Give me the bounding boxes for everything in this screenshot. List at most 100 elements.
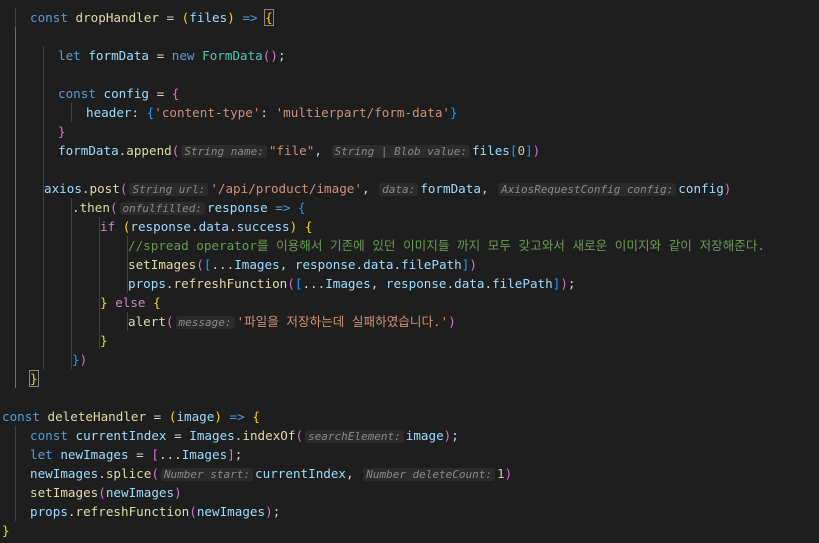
code-token: new	[171, 48, 195, 63]
code-token: )	[214, 409, 222, 424]
code-content: props.refreshFunction(newImages);	[30, 502, 280, 521]
indent-guide	[71, 331, 72, 350]
code-line[interactable]: } else {	[0, 293, 819, 312]
code-line[interactable]: props.refreshFunction([...Images, respon…	[0, 274, 819, 293]
code-token: if	[100, 219, 116, 234]
code-line[interactable]: setImages([...Images, response.data.file…	[0, 255, 819, 274]
code-line[interactable]: let formData = new FormData();	[0, 46, 819, 65]
code-token: 'content-type'	[154, 105, 261, 120]
code-token: {	[153, 295, 161, 310]
code-token: .	[228, 219, 237, 234]
code-token: )	[79, 352, 88, 367]
indent-guide	[99, 312, 100, 331]
code-token: deleteHandler	[47, 409, 147, 424]
code-token: .	[72, 200, 80, 215]
code-token: ;	[567, 276, 576, 291]
code-token: ;	[234, 447, 243, 462]
code-line[interactable]: }	[0, 521, 819, 540]
code-token: )	[532, 143, 541, 158]
code-token: config	[678, 181, 724, 196]
indent-guide	[71, 236, 72, 255]
indent-guide	[15, 255, 16, 274]
code-content: const deleteHandler = (image) => {	[2, 407, 260, 426]
code-token: (	[196, 257, 204, 272]
code-line[interactable]: const config = {	[0, 84, 819, 103]
code-line[interactable]	[0, 65, 819, 84]
indent-guide	[43, 122, 44, 141]
code-token: //spread operator를 이용해서 기존에 있던 이미지들 까지 모…	[128, 238, 765, 253]
code-token: {	[264, 9, 274, 26]
code-line[interactable]	[0, 160, 819, 179]
code-line[interactable]: }	[0, 122, 819, 141]
code-token: }	[2, 523, 10, 538]
code-token: setImages	[128, 257, 197, 272]
code-token: ,	[279, 257, 295, 272]
code-token: image	[405, 428, 444, 443]
code-line[interactable]: props.refreshFunction(newImages);	[0, 502, 819, 521]
code-token: ()	[262, 48, 278, 63]
code-line[interactable]: axios.post(String url: '/api/product/imag…	[0, 179, 819, 198]
code-line[interactable]: let newImages = [...Images];	[0, 445, 819, 464]
code-line[interactable]	[0, 388, 819, 407]
code-line[interactable]: const deleteHandler = (image) => {	[0, 407, 819, 426]
code-token: ;	[277, 48, 286, 63]
indent-guide	[99, 255, 100, 274]
code-token: filePath	[401, 257, 462, 272]
code-token: .	[165, 276, 174, 291]
code-content: let formData = new FormData();	[58, 46, 286, 65]
code-line[interactable]: header: {'content-type': 'multierpart/fo…	[0, 103, 819, 122]
indent-guide	[15, 103, 16, 122]
code-line[interactable]: if (response.data.success) {	[0, 217, 819, 236]
code-token: else	[115, 295, 146, 310]
code-token: =	[149, 48, 172, 63]
indent-guide	[15, 8, 16, 27]
code-token: )	[560, 276, 568, 291]
code-token: currentIndex	[255, 466, 347, 481]
indent-guide	[15, 84, 16, 103]
indent-guide	[43, 65, 44, 84]
code-token: filePath	[492, 276, 553, 291]
code-line[interactable]: setImages(newImages)	[0, 483, 819, 502]
indent-guide	[15, 217, 16, 236]
code-line[interactable]: }	[0, 369, 819, 388]
code-token: dropHandler	[75, 10, 159, 25]
code-token: (	[151, 466, 159, 481]
code-line[interactable]: .then(onfulfilled: response => {	[0, 198, 819, 217]
indent-guide	[43, 255, 44, 274]
code-token: }	[58, 124, 66, 139]
code-token: refreshFunction	[173, 276, 288, 291]
code-content: }	[58, 122, 66, 141]
code-token: ,	[314, 143, 330, 158]
code-token: =	[166, 428, 190, 443]
code-token: =>	[275, 200, 291, 215]
code-content: } else {	[100, 293, 161, 312]
code-token: :	[260, 105, 276, 120]
code-content: setImages(newImages)	[30, 483, 182, 502]
code-line[interactable]: alert(message: '파일을 저장하는데 실패하였습니다.')	[0, 312, 819, 331]
code-line[interactable]: const dropHandler = (files) => {	[0, 8, 819, 27]
code-token: newImages	[196, 504, 266, 519]
code-token: const	[2, 409, 40, 424]
code-content: }	[100, 331, 108, 350]
code-line[interactable]: newImages.splice(Number start: currentInd…	[0, 464, 819, 483]
code-line[interactable]: //spread operator를 이용해서 기존에 있던 이미지들 까지 모…	[0, 236, 819, 255]
code-token: Images	[234, 257, 280, 272]
code-line[interactable]	[0, 27, 819, 46]
code-token: )	[469, 257, 477, 272]
code-line[interactable]: const currentIndex = Images.indexOf(sear…	[0, 426, 819, 445]
indent-guide	[43, 103, 44, 122]
code-line[interactable]: }	[0, 331, 819, 350]
code-editor[interactable]: const dropHandler = (files) => { let form…	[0, 0, 819, 543]
code-token: {	[252, 409, 260, 424]
code-token: refreshFunction	[75, 504, 190, 519]
indent-guide	[71, 274, 72, 293]
code-line[interactable]: formData.append(String name: "file", Stri…	[0, 141, 819, 160]
inlay-hint: searchElement:	[305, 430, 404, 443]
code-token: formData	[420, 181, 481, 196]
inlay-hint: String | Blob value:	[331, 145, 470, 158]
code-line[interactable]: })	[0, 350, 819, 369]
